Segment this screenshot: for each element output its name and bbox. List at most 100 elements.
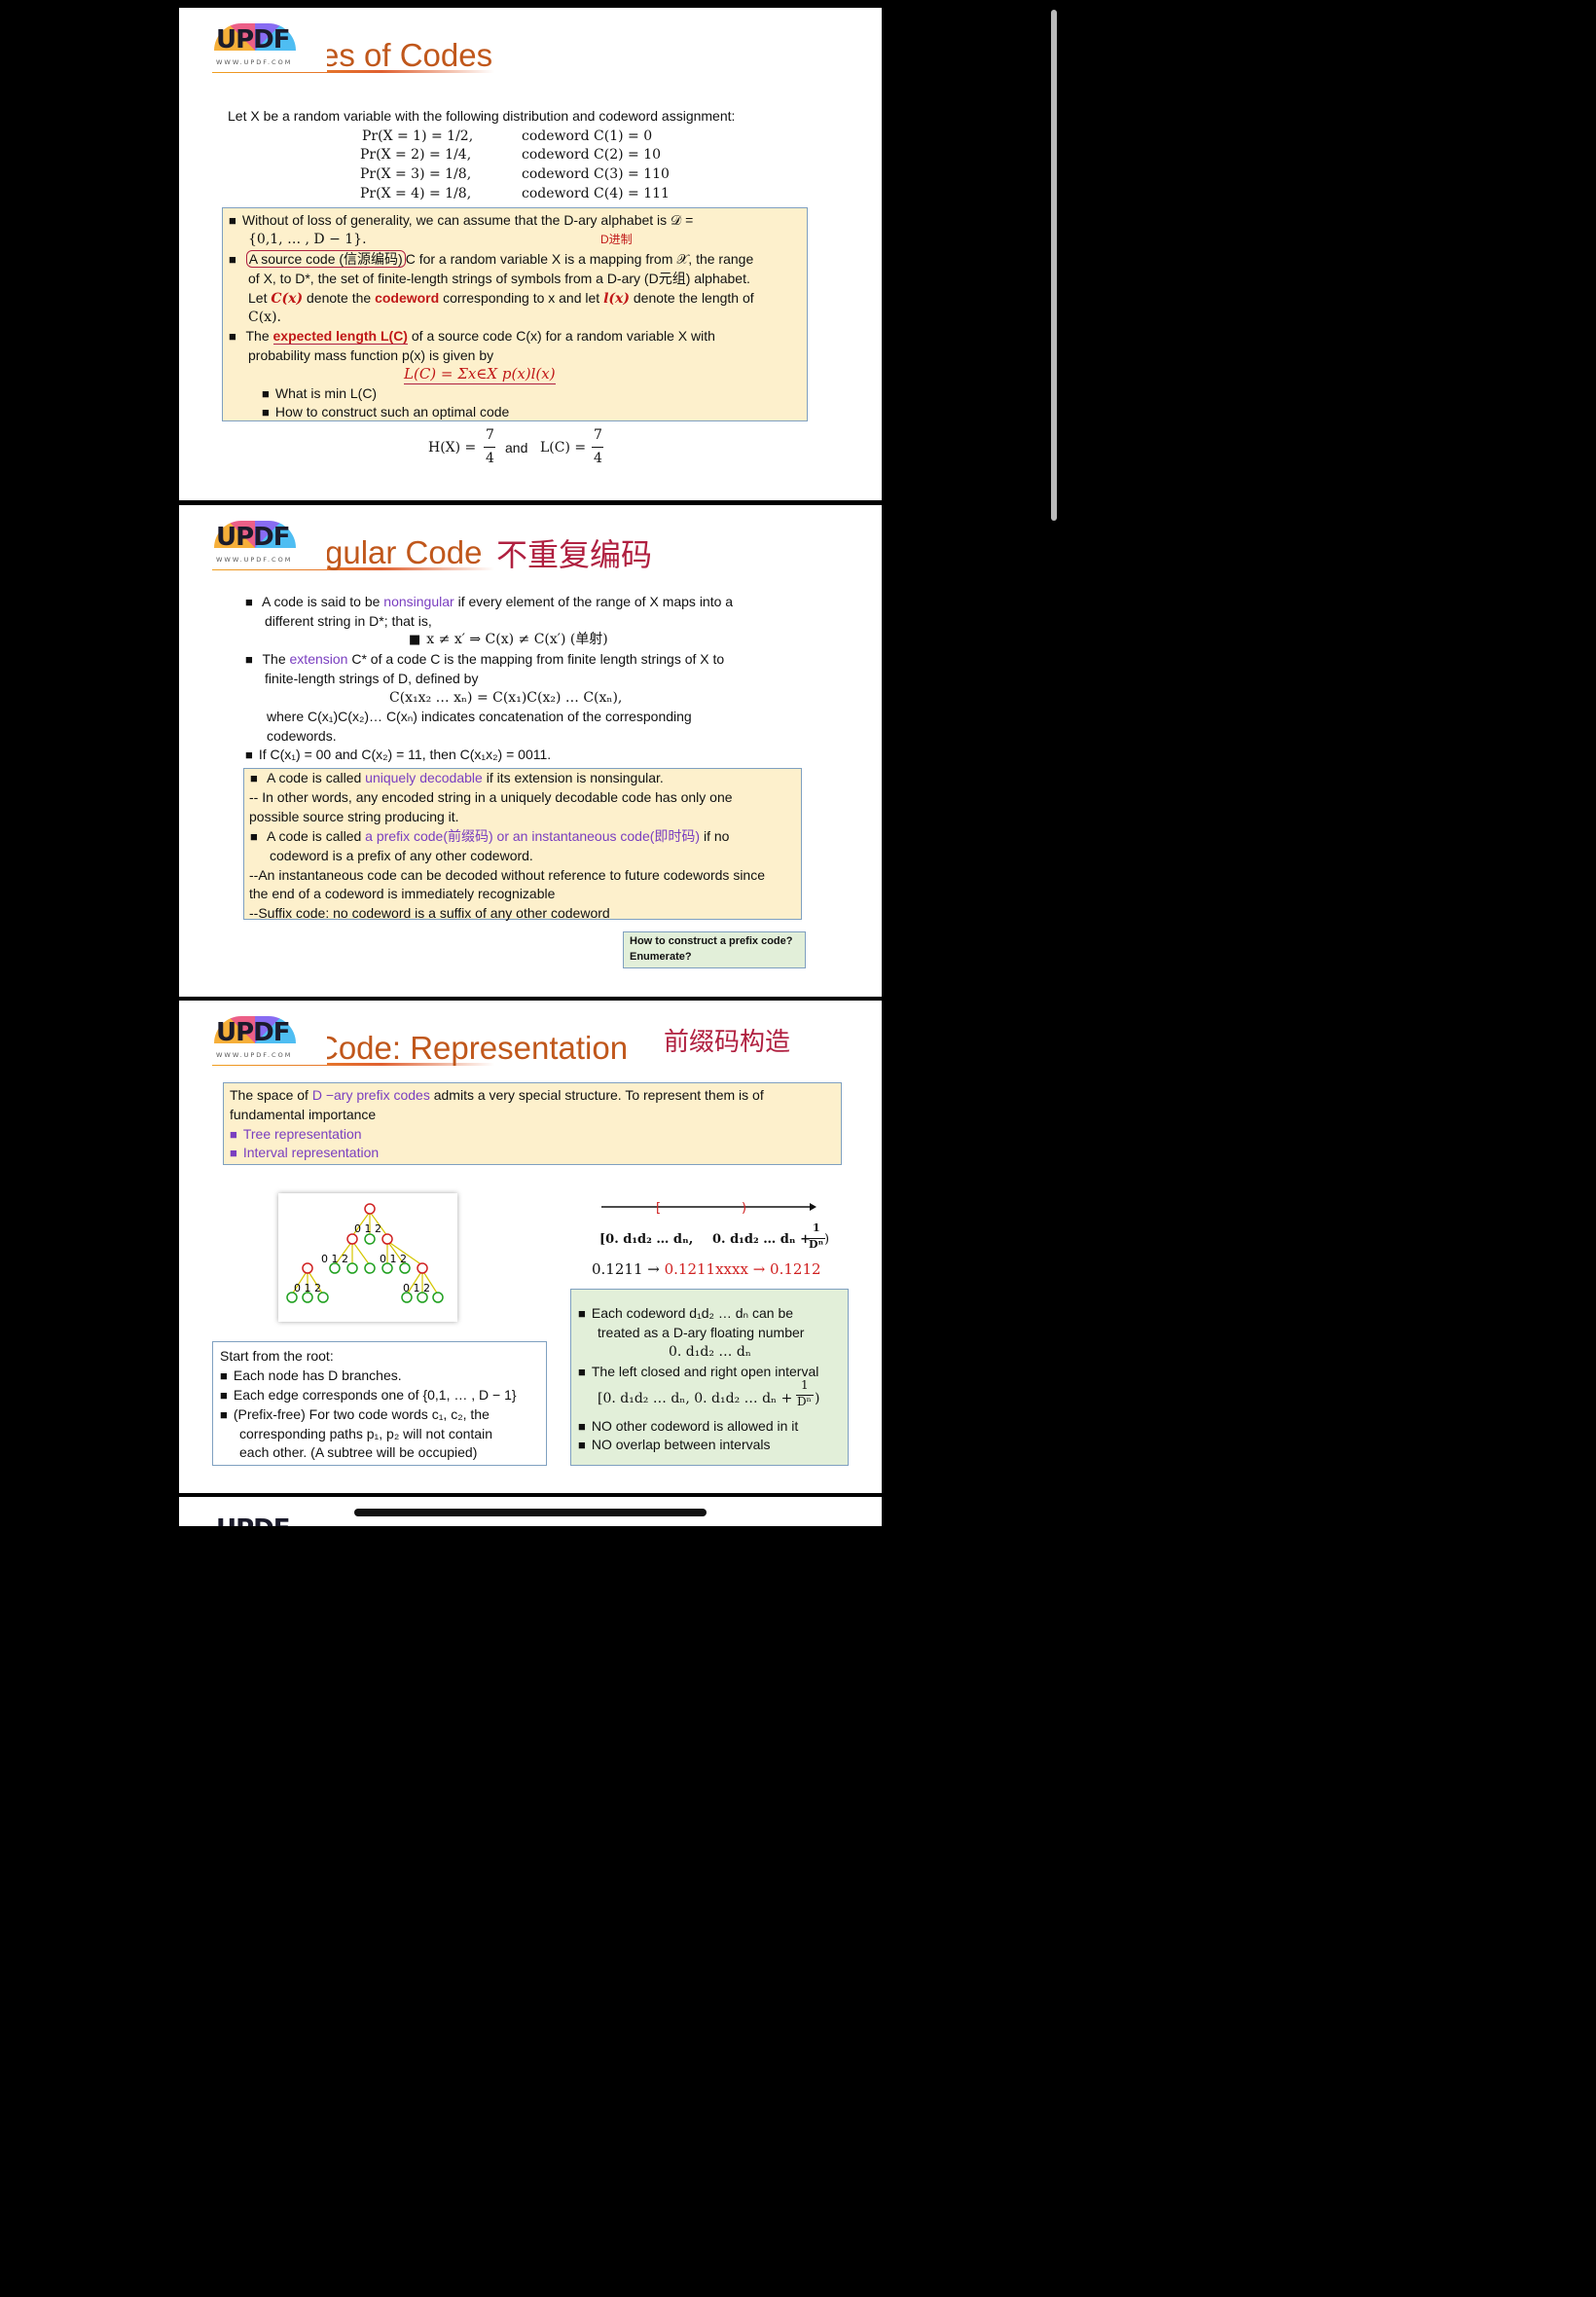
sub-bullet-min: What is min L(C) bbox=[262, 383, 377, 404]
tree-label-l2b: 0 1 2 bbox=[403, 1282, 430, 1294]
interval-right: 0. d₁d₂ … dₙ + bbox=[712, 1232, 811, 1247]
cx-term: C(x) bbox=[271, 291, 304, 307]
extension-line5: codewords. bbox=[267, 728, 337, 744]
tree-label-l1b: 0 1 2 bbox=[380, 1253, 407, 1265]
interval-close: ) bbox=[824, 1232, 830, 1247]
text: admits a very special structure. To repr… bbox=[429, 1087, 764, 1103]
interval-bullet-1: Each codeword d₁d₂ … dₙ can be bbox=[578, 1303, 793, 1324]
text: if no bbox=[700, 828, 730, 844]
logo-text: UPDF bbox=[216, 1018, 291, 1047]
question-box: How to construct a prefix code? Enumerat… bbox=[623, 931, 806, 968]
prefix-term: a prefix code(前缀码) or an instantaneous c… bbox=[365, 828, 701, 844]
text: A code is called bbox=[266, 770, 366, 785]
prob-4: Pr(X = 4) = 1/8, bbox=[360, 186, 472, 201]
root-bullet-2: Each edge corresponds one of {0,1, … , D… bbox=[220, 1385, 517, 1405]
lc-lhs: L(C) = bbox=[540, 440, 587, 456]
interval-box: Each codeword d₁d₂ … dₙ can be treated a… bbox=[570, 1289, 849, 1466]
example-end: → 0.1212 bbox=[752, 1260, 821, 1278]
text: if its extension is nonsingular. bbox=[482, 770, 664, 785]
extension-line2: finite-length strings of D, defined by bbox=[265, 671, 479, 686]
suffix-line: --Suffix code: no codeword is a suffix o… bbox=[249, 905, 610, 921]
interval-bullet-2b: [0. d₁d₂ … dₙ, 0. d₁d₂ … dₙ + bbox=[598, 1391, 793, 1406]
text: of a source code C(x) for a random varia… bbox=[407, 328, 715, 344]
extension-line4: where C(x₁)C(x₂)… C(xₙ) indicates concat… bbox=[267, 709, 692, 724]
expected-length-term: expected length L(C) bbox=[272, 328, 408, 345]
interval-den: Dⁿ bbox=[809, 1238, 824, 1251]
tree-label-l1a: 0 1 2 bbox=[321, 1253, 348, 1265]
slide-title-cn: 不重复编码 bbox=[496, 536, 653, 573]
tree-diagram: 0 1 2 0 1 2 0 1 2 0 1 2 0 1 2 bbox=[286, 1203, 444, 1303]
source-code-term: A source code (信源编码) bbox=[245, 250, 406, 268]
scrollbar[interactable] bbox=[1051, 10, 1057, 521]
interval-bullet-1c: 0. d₁d₂ … dₙ bbox=[669, 1344, 751, 1360]
prob-3: Pr(X = 3) = 1/8, bbox=[360, 166, 472, 182]
interval-bullet-4: NO overlap between intervals bbox=[578, 1435, 771, 1455]
interval-bullet-2: The left closed and right open interval bbox=[578, 1362, 818, 1382]
slide-title: Code: Representation bbox=[315, 1030, 629, 1066]
tree-rep-item: Tree representation bbox=[230, 1124, 362, 1145]
example-start: 0.1211 → bbox=[592, 1260, 660, 1278]
source-code-def: C for a random variable X is a mapping f… bbox=[405, 251, 754, 267]
definition-box: Without of loss of generality, we can as… bbox=[222, 207, 808, 421]
prefix-line3: --An instantaneous code can be decoded w… bbox=[249, 867, 765, 883]
prefix-line1: A code is called a prefix code(前缀码) or a… bbox=[250, 826, 729, 847]
interval-bullet-2close: ) bbox=[815, 1391, 820, 1406]
number-line: [ ) bbox=[599, 1199, 817, 1216]
root-bullet-3: (Prefix-free) For two code words c₁, c₂,… bbox=[220, 1404, 490, 1425]
prob-2: Pr(X = 2) = 1/4, bbox=[360, 147, 472, 163]
tree-figure: 0 1 2 0 1 2 0 1 2 0 1 2 0 1 2 bbox=[278, 1193, 457, 1322]
interval-bullet-1b: treated as a D-ary floating number bbox=[598, 1325, 805, 1340]
question-1: How to construct a prefix code? bbox=[630, 935, 793, 947]
updf-logo: UPDF WWW.UPDF.COM bbox=[212, 521, 327, 569]
note-dary: D进制 bbox=[600, 233, 633, 246]
prefix-line4: the end of a codeword is immediately rec… bbox=[249, 886, 556, 901]
updf-logo: UPDF WWW.UPDF.COM bbox=[212, 1016, 327, 1065]
home-indicator[interactable] bbox=[354, 1509, 707, 1516]
text: if every element of the range of X maps … bbox=[453, 594, 734, 609]
slide-title: gular Code bbox=[325, 534, 483, 570]
number-line-arrow: [ ) bbox=[601, 1201, 816, 1216]
representation-box: The space of D −ary prefix codes admits … bbox=[223, 1082, 842, 1165]
slide-2: UPDF WWW.UPDF.COM gular Code 不重复编码 A cod… bbox=[179, 505, 882, 997]
logo-text: UPDF bbox=[216, 25, 291, 55]
frac1-num: 7 bbox=[486, 427, 494, 443]
bullet-example: If C(x₁) = 00 and C(x₂) = 11, then C(x₁x… bbox=[245, 745, 551, 765]
codeword-3: codeword C(3) = 110 bbox=[522, 166, 670, 182]
source-code-line3: Let C(x) denote the codeword correspondi… bbox=[248, 288, 754, 309]
interval-bullet-2num: 1 bbox=[801, 1378, 809, 1392]
source-code-line2: of X, to D*, the set of finite-length st… bbox=[248, 271, 750, 286]
rep-line1: The space of D −ary prefix codes admits … bbox=[230, 1085, 764, 1105]
text: The bbox=[262, 651, 290, 667]
interval-rep-item: Interval representation bbox=[230, 1143, 379, 1163]
interval-bullet-2den: Dⁿ bbox=[797, 1395, 812, 1408]
logo-url: WWW.UPDF.COM bbox=[216, 1051, 293, 1059]
root-title: Start from the root: bbox=[220, 1348, 334, 1364]
frac2-den: 4 bbox=[594, 451, 602, 466]
logo-url: WWW.UPDF.COM bbox=[216, 556, 293, 564]
root-bullet-1: Each node has D branches. bbox=[220, 1366, 402, 1386]
nonsingular-line2: different string in D*; that is, bbox=[265, 613, 432, 629]
prob-1: Pr(X = 1) = 1/2, bbox=[362, 128, 474, 144]
expected-length-formula: L(C) = Σx∈X p(x)l(x) bbox=[404, 365, 556, 384]
extension-term: extension bbox=[289, 651, 348, 667]
text: A code is called bbox=[266, 828, 366, 844]
codeword-4: codeword C(4) = 111 bbox=[522, 186, 670, 201]
example-range: 0.1211xxxx bbox=[664, 1260, 748, 1278]
ud-term: uniquely decodable bbox=[365, 770, 483, 785]
top-bar bbox=[179, 0, 882, 8]
and-text: and bbox=[505, 440, 528, 456]
bullet-extension: The extension C* of a code C is the mapp… bbox=[245, 649, 725, 670]
root-bullet-3b: corresponding paths p₁, p₂ will not cont… bbox=[239, 1426, 492, 1441]
codeword-2: codeword C(2) = 10 bbox=[522, 147, 662, 163]
root-box: Start from the root: Each node has D bra… bbox=[212, 1341, 547, 1466]
text: The bbox=[245, 328, 273, 344]
frac2-num: 7 bbox=[594, 427, 602, 443]
interval-num: 1 bbox=[813, 1221, 820, 1234]
ud-line3: possible source string producing it. bbox=[249, 809, 459, 824]
dary-term: D −ary prefix codes bbox=[311, 1087, 430, 1103]
lx-term: l(x) bbox=[603, 291, 630, 307]
pmf-line: probability mass function p(x) is given … bbox=[248, 347, 494, 363]
text: Let bbox=[248, 290, 272, 306]
question-2: Enumerate? bbox=[630, 951, 692, 963]
slide-title-cn: 前缀码构造 bbox=[664, 1028, 791, 1057]
